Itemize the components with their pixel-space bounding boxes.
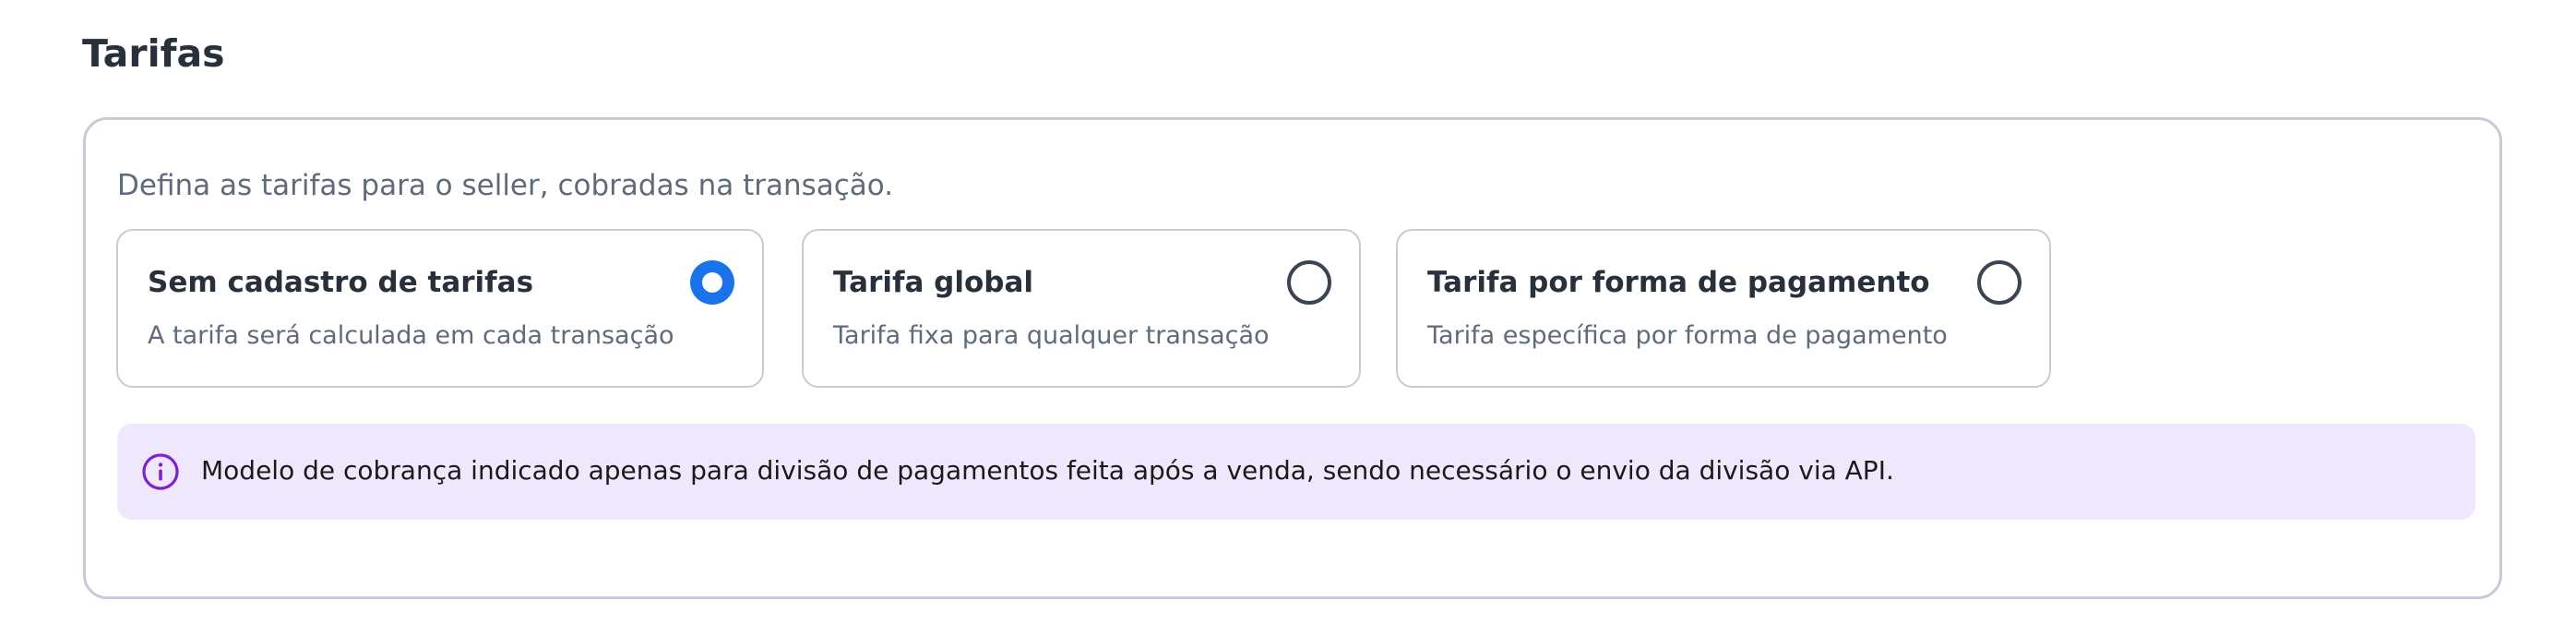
option-title: Tarifa global <box>833 266 1034 299</box>
tariff-card: Defina as tarifas para o seller, cobrada… <box>83 117 2502 599</box>
option-title: Sem cadastro de tarifas <box>148 266 534 299</box>
option-payment-method-tariff[interactable]: Tarifa por forma de pagamento Tarifa esp… <box>1396 229 2051 388</box>
radio-button-selected[interactable] <box>690 260 734 305</box>
option-no-tariff[interactable]: Sem cadastro de tarifas A tarifa será ca… <box>116 229 764 388</box>
info-banner: Modelo de cobrança indicado apenas para … <box>117 424 2475 520</box>
radio-button[interactable] <box>1287 260 1331 305</box>
option-title: Tarifa por forma de pagamento <box>1427 266 1930 299</box>
option-description: Tarifa específica por forma de pagamento <box>1427 321 1948 350</box>
radio-button[interactable] <box>1977 260 2021 305</box>
info-icon <box>142 453 179 490</box>
option-description: Tarifa fixa para qualquer transação <box>833 321 1270 350</box>
option-global-tariff[interactable]: Tarifa global Tarifa fixa para qualquer … <box>802 229 1361 388</box>
card-description: Defina as tarifas para o seller, cobrada… <box>117 169 894 202</box>
option-description: A tarifa será calculada em cada transaçã… <box>148 321 674 350</box>
section-title: Tarifas <box>82 31 225 76</box>
info-text: Modelo de cobrança indicado apenas para … <box>201 455 1894 486</box>
